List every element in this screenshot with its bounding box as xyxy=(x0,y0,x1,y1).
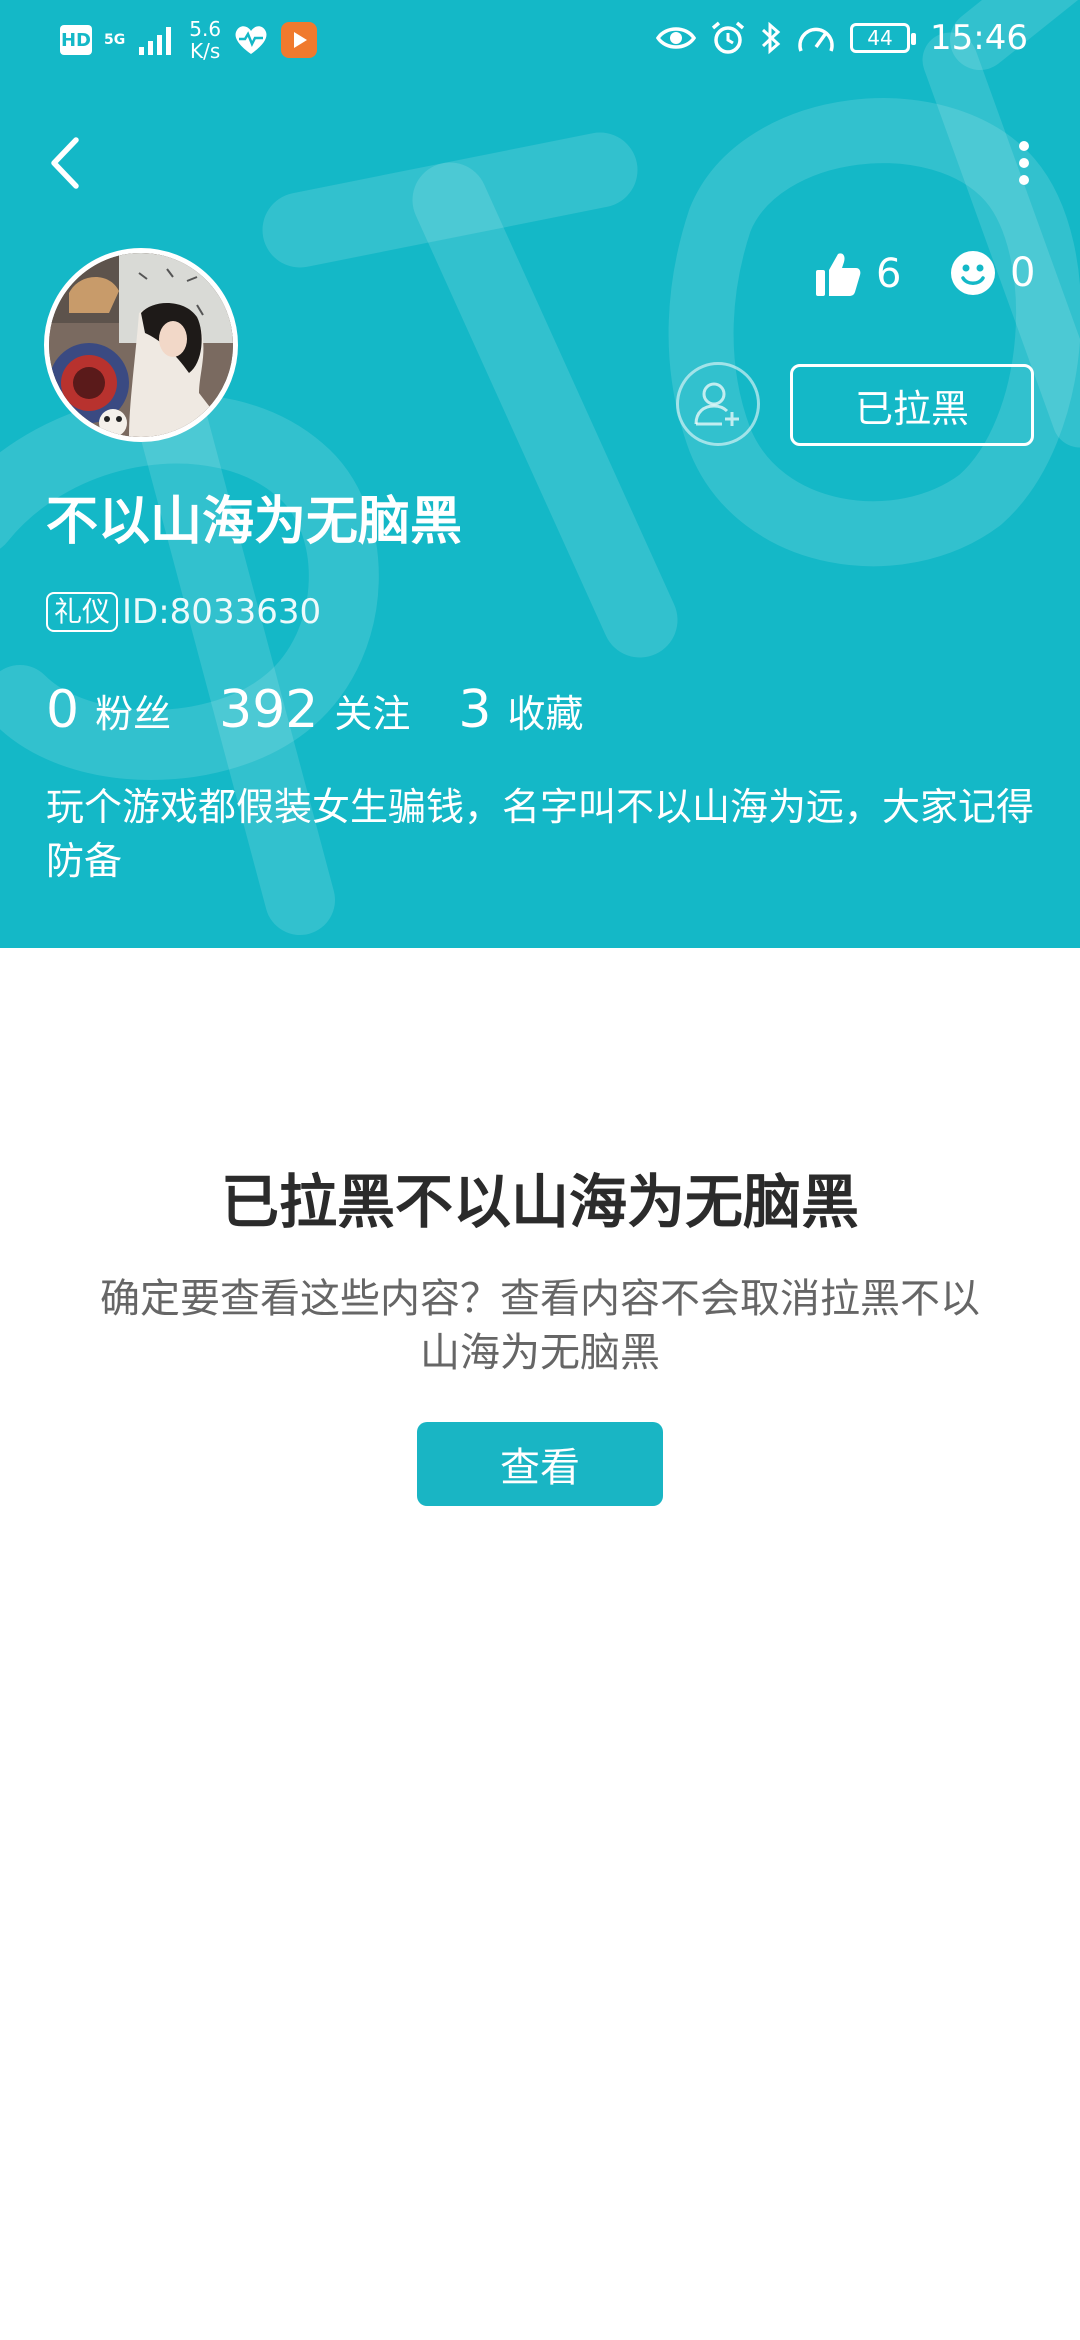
smiles-stat[interactable]: 0 xyxy=(950,250,1035,296)
blocked-notice-message: 确定要查看这些内容？查看内容不会取消拉黑不以山海为无脑黑 xyxy=(100,1276,980,1376)
smiley-icon xyxy=(951,251,995,295)
likes-count: 6 xyxy=(876,251,902,297)
favorites-count-item[interactable]: 3 收藏 xyxy=(458,680,583,740)
user-id: ID:8033630 xyxy=(122,592,322,632)
add-friend-icon xyxy=(694,382,739,426)
network-type: 5G xyxy=(104,32,126,48)
smiles-count: 0 xyxy=(1010,250,1036,296)
speedometer-icon xyxy=(798,27,834,52)
id-row: 礼仪 ID:8033630 xyxy=(46,592,321,632)
following-count-item[interactable]: 392 关注 xyxy=(219,680,410,740)
fans-count-item[interactable]: 0 粉丝 xyxy=(46,680,171,740)
thumbs-up-icon xyxy=(816,253,861,296)
badge-tag: 礼仪 xyxy=(46,592,119,632)
battery-level: 44 xyxy=(867,26,893,50)
net-speed-unit: K/s xyxy=(190,39,221,63)
clock: 15:46 xyxy=(930,18,1028,58)
add-friend-button[interactable] xyxy=(676,362,760,446)
heart-rate-icon xyxy=(235,26,267,54)
alarm-icon xyxy=(711,21,745,54)
profile-header: HD 5G 5.6 K/s 44 15:46 6 0 已拉黑 不以山海为无脑黑 … xyxy=(0,0,1080,948)
net-speed-value: 5.6 xyxy=(189,17,222,41)
eye-icon xyxy=(656,27,697,49)
blocked-button[interactable]: 已拉黑 xyxy=(790,364,1034,446)
back-arrow-icon xyxy=(51,137,79,189)
username: 不以山海为无脑黑 xyxy=(46,492,463,552)
signal-icon xyxy=(139,27,172,55)
view-content-button[interactable]: 查看 xyxy=(417,1422,663,1506)
fans-count: 0 xyxy=(46,680,80,740)
status-bar: HD 5G 5.6 K/s 44 15:46 xyxy=(0,0,1080,84)
fans-label: 粉丝 xyxy=(95,692,172,736)
avatar-photo xyxy=(49,253,233,437)
net-speed: 5.6 K/s xyxy=(189,18,221,62)
video-app-icon xyxy=(281,22,318,58)
hd-badge: HD xyxy=(60,25,92,55)
favorites-count: 3 xyxy=(458,680,492,740)
more-vertical-icon xyxy=(1019,141,1029,185)
more-button[interactable] xyxy=(1004,130,1044,196)
back-button[interactable] xyxy=(40,128,90,198)
profile-bio: 玩个游戏都假装女生骗钱，名字叫不以山海为远，大家记得防备 xyxy=(46,785,1035,883)
blocked-notice-title: 已拉黑不以山海为无脑黑 xyxy=(220,1168,859,1236)
following-count: 392 xyxy=(219,680,319,740)
likes-stat[interactable]: 6 xyxy=(814,250,901,298)
favorites-label: 收藏 xyxy=(507,692,584,736)
avatar[interactable] xyxy=(44,248,238,442)
battery-indicator: 44 xyxy=(850,23,917,53)
bluetooth-icon xyxy=(761,21,781,55)
profile-counts: 0 粉丝 392 关注 3 收藏 xyxy=(46,680,632,740)
following-label: 关注 xyxy=(334,692,411,736)
